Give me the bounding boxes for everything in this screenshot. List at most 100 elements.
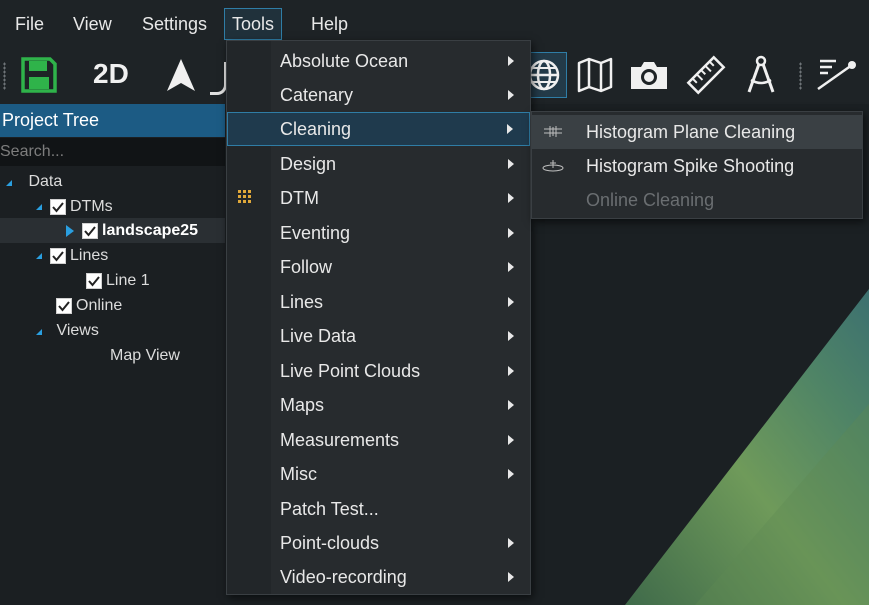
checkmark-icon xyxy=(84,226,96,237)
compass-button[interactable] xyxy=(738,52,784,98)
submenu-arrow-icon xyxy=(508,469,514,479)
tree-node-dtms[interactable]: DTMs xyxy=(36,195,113,219)
menu-item-live-data[interactable]: Live Data xyxy=(227,319,530,353)
menu-settings[interactable]: Settings xyxy=(135,9,214,39)
tree-node-label: Online xyxy=(76,297,123,314)
expand-arrow-icon[interactable] xyxy=(6,180,12,186)
mode-2d-button[interactable]: 2D xyxy=(93,58,129,90)
menu-item-label: Cleaning xyxy=(280,119,352,139)
tree-node-lines[interactable]: Lines xyxy=(36,244,108,268)
checkmark-icon xyxy=(58,301,70,312)
menu-item-label: Eventing xyxy=(280,223,351,243)
tree-node-map-view[interactable]: Map View xyxy=(110,344,180,368)
submenu-arrow-icon xyxy=(507,124,513,134)
grid-dots-icon xyxy=(238,190,251,203)
tree-node-label: Lines xyxy=(70,247,109,264)
menu-item-histogram-spike-shooting[interactable]: Histogram Spike Shooting xyxy=(532,149,862,183)
checkbox-dtms[interactable] xyxy=(50,199,66,215)
menu-item-live-point-clouds[interactable]: Live Point Clouds xyxy=(227,354,530,388)
submenu-arrow-icon xyxy=(508,228,514,238)
menu-item-label: Maps xyxy=(280,395,325,415)
tree-node-online[interactable]: Online xyxy=(56,294,122,318)
toolbar-grip-2[interactable] xyxy=(799,62,802,90)
menu-item-label: Live Point Clouds xyxy=(280,361,421,381)
menu-help[interactable]: Help xyxy=(304,9,355,39)
collapse-arrow-icon[interactable] xyxy=(66,225,74,237)
submenu-arrow-icon xyxy=(508,400,514,410)
submenu-arrow-icon xyxy=(508,435,514,445)
globe-icon xyxy=(528,59,560,91)
menu-item-histogram-plane-cleaning[interactable]: Histogram Plane Cleaning xyxy=(532,115,862,149)
compass-icon xyxy=(747,55,775,93)
tree-node-label: Views xyxy=(56,322,99,339)
checkbox-landscape25[interactable] xyxy=(82,223,98,239)
menu-view[interactable]: View xyxy=(66,9,119,39)
menu-item-patch-test[interactable]: Patch Test... xyxy=(227,492,530,526)
submenu-arrow-icon xyxy=(508,572,514,582)
menu-item-online-cleaning: Online Cleaning xyxy=(532,183,862,217)
menu-item-dtm[interactable]: DTM xyxy=(227,181,530,215)
project-tree-search-input[interactable] xyxy=(0,138,225,166)
submenu-arrow-icon xyxy=(508,90,514,100)
menu-item-video-recording[interactable]: Video-recording xyxy=(227,560,530,594)
checkmark-icon xyxy=(52,202,64,213)
tree-node-label: landscape25 xyxy=(102,222,199,239)
expand-arrow-icon[interactable] xyxy=(36,204,42,210)
submenu-arrow-icon xyxy=(508,331,514,341)
menu-item-label: Live Data xyxy=(280,326,357,346)
submenu-arrow-icon xyxy=(508,193,514,203)
menu-item-label: Follow xyxy=(280,257,333,277)
menu-item-eventing[interactable]: Eventing xyxy=(227,216,530,250)
menu-item-label: Histogram Spike Shooting xyxy=(586,156,795,176)
partial-tool-icon xyxy=(210,62,227,95)
save-icon xyxy=(21,57,57,93)
tree-node-label: Line 1 xyxy=(106,272,150,289)
expand-arrow-icon[interactable] xyxy=(36,329,42,335)
toolbar-grip[interactable] xyxy=(3,62,6,90)
camera-button[interactable] xyxy=(626,52,672,98)
survey-line-button[interactable] xyxy=(812,52,858,98)
tree-node-views[interactable]: Views xyxy=(36,319,99,343)
menu-item-point-clouds[interactable]: Point-clouds xyxy=(227,526,530,560)
north-arrow-icon xyxy=(167,59,195,91)
menu-item-label: Misc xyxy=(280,464,317,484)
ruler-icon xyxy=(686,55,726,95)
checkbox-online[interactable] xyxy=(56,298,72,314)
map-icon xyxy=(577,57,613,93)
menu-item-lines[interactable]: Lines xyxy=(227,285,530,319)
save-button[interactable] xyxy=(16,52,62,98)
menu-item-follow[interactable]: Follow xyxy=(227,250,530,284)
tree-node-data[interactable]: Data xyxy=(6,170,62,194)
submenu-arrow-icon xyxy=(508,159,514,169)
menu-item-label: Video-recording xyxy=(280,567,407,587)
spike-shooting-icon xyxy=(542,160,564,172)
checkmark-icon xyxy=(88,276,100,287)
cleaning-submenu: Histogram Plane Cleaning Histogram Spike… xyxy=(531,111,863,219)
menu-item-measurements[interactable]: Measurements xyxy=(227,423,530,457)
tree-node-line-1[interactable]: Line 1 xyxy=(86,269,150,293)
project-tree-title: Project Tree xyxy=(2,110,100,130)
project-tree-header: Project Tree xyxy=(0,104,225,137)
menu-item-design[interactable]: Design xyxy=(227,147,530,181)
ruler-button[interactable] xyxy=(683,52,729,98)
menu-item-catenary[interactable]: Catenary xyxy=(227,78,530,112)
menu-item-label: Histogram Plane Cleaning xyxy=(586,122,796,142)
menu-file[interactable]: File xyxy=(8,9,51,39)
map-button[interactable] xyxy=(572,52,618,98)
north-arrow-button[interactable] xyxy=(158,52,204,98)
menu-item-label: Point-clouds xyxy=(280,533,380,553)
menu-tools[interactable]: Tools xyxy=(224,8,283,40)
checkbox-line-1[interactable] xyxy=(86,273,102,289)
checkbox-lines[interactable] xyxy=(50,248,66,264)
menu-item-cleaning[interactable]: Cleaning xyxy=(227,112,530,146)
menu-item-maps[interactable]: Maps xyxy=(227,388,530,422)
menu-item-absolute-ocean[interactable]: Absolute Ocean xyxy=(227,44,530,78)
menu-item-label: Patch Test... xyxy=(280,499,379,519)
submenu-arrow-icon xyxy=(508,538,514,548)
expand-arrow-icon[interactable] xyxy=(36,253,42,259)
tree-node-landscape25[interactable]: landscape25 xyxy=(66,219,198,243)
camera-icon xyxy=(631,62,667,89)
menu-item-misc[interactable]: Misc xyxy=(227,457,530,491)
menu-item-label: Absolute Ocean xyxy=(280,51,409,71)
plane-cleaning-icon xyxy=(544,126,562,137)
